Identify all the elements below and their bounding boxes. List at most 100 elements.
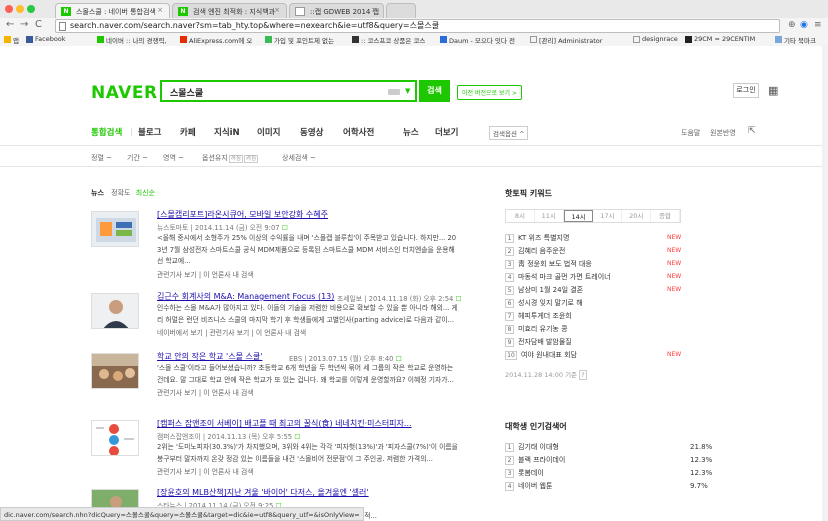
keyword-text[interactable]: 블랙 프라이데이: [518, 456, 565, 464]
url-text[interactable]: search.naver.com/search.naver?sm=tab_hty…: [70, 21, 439, 30]
college-keyword-row[interactable]: 4 네이버 웹툰 9.7%: [505, 481, 719, 494]
forward-icon[interactable]: →: [20, 19, 28, 30]
news-title-link[interactable]: [장윤호의 MLB산책]지난 겨울 '바이어' 다저스, 올겨울엔 '셀러': [157, 487, 457, 498]
news-title-link[interactable]: [캠퍼스 잡앤조이 서베이] 배고플 때 최고의 꿀식(食) 네네치킨·미스터피…: [157, 418, 457, 429]
news-thumbnail[interactable]: [91, 420, 139, 456]
tab-dictionary[interactable]: 어학사전: [343, 126, 374, 138]
keyword-row[interactable]: 6 성시경 잊지 말기로 해: [505, 298, 719, 311]
keyword-row[interactable]: 3 靑 정윤회 보도 법적 대응 NEW: [505, 259, 719, 272]
browser-tab-1[interactable]: N 스몰스쿨 : 네이버 통합검색 ×: [55, 3, 170, 18]
close-window-button[interactable]: [5, 5, 13, 13]
news-related-links[interactable]: 관련기사 보기 | 이 언론사 내 검색: [157, 269, 457, 279]
keyword-row[interactable]: 4 마동석 마크 골먼 가면 트레이너 NEW: [505, 272, 719, 285]
tab-image[interactable]: 이미지: [257, 126, 280, 138]
bookmark-aliexpress[interactable]: AliExpress.com에 오: [180, 35, 252, 45]
old-version-link[interactable]: 이전 버전으로 보기 >: [457, 85, 522, 100]
news-title-text[interactable]: 김근수 회계사의 M&A: Management Focus (13): [157, 292, 334, 301]
keyword-text[interactable]: 전자담배 발암물질: [518, 338, 572, 346]
college-keyword-row[interactable]: 3 롯봄데이 12.3%: [505, 468, 719, 481]
time-tab[interactable]: 20시: [622, 210, 652, 222]
news-thumbnail[interactable]: [91, 353, 139, 389]
keyboard-icon[interactable]: [388, 89, 400, 95]
college-keyword-row[interactable]: 1 김기태 이대형 21.8%: [505, 442, 719, 455]
menu-icon[interactable]: ≡: [814, 20, 822, 30]
search-input[interactable]: 스몰스쿨 ▼: [160, 80, 417, 102]
reload-icon[interactable]: C: [35, 19, 42, 30]
keyword-text[interactable]: 미효리 유기농 콩: [518, 325, 568, 333]
keyword-row[interactable]: 8 미효리 유기농 콩: [505, 324, 719, 337]
keyword-text[interactable]: 김혜리 음주운전: [518, 247, 565, 255]
sort-filter[interactable]: 정렬 ~: [91, 153, 112, 163]
scrollbar[interactable]: [822, 46, 828, 521]
option-keep[interactable]: 옵션유지 꺼짐 켜짐: [202, 153, 259, 163]
address-bar[interactable]: search.naver.com/search.naver?sm=tab_hty…: [55, 19, 780, 33]
news-related-links[interactable]: 관련기사 보기 | 이 언론사 내 검색: [157, 466, 457, 476]
bookmark-costco[interactable]: :: 코스프코 상품은 코스: [352, 35, 425, 45]
keyword-text[interactable]: 헤피투게더 조윤희: [518, 312, 572, 320]
tab-more[interactable]: 더보기: [435, 126, 458, 138]
news-related-links[interactable]: 네이버에서 보기 | 관련기사 보기 | 이 언론사 내 검색: [157, 327, 457, 337]
tab-integrated[interactable]: 통합검색: [91, 126, 122, 138]
help-link[interactable]: 도움말: [681, 128, 700, 138]
news-thumbnail[interactable]: [91, 293, 139, 329]
search-option-button[interactable]: 검색옵션 ^: [489, 126, 529, 140]
bookmark-other[interactable]: 기타 북마크: [775, 35, 816, 45]
login-button[interactable]: 로그인: [733, 83, 759, 98]
news-title-link[interactable]: [스몰캡리포트]라온시큐어, 모바일 보안강화 수혜주: [157, 209, 457, 220]
keyword-row[interactable]: 7 헤피투게더 조윤희: [505, 311, 719, 324]
bookmark-admin[interactable]: [관리] Administrator: [530, 35, 602, 45]
bookmark-designrace[interactable]: designrace: [633, 35, 678, 43]
extension-icon[interactable]: ◉: [800, 20, 808, 30]
scrap-icon[interactable]: ☐: [282, 224, 288, 232]
option-on-toggle[interactable]: 켜짐: [243, 155, 259, 163]
feedback-link[interactable]: 원본반영: [710, 128, 736, 138]
time-tab[interactable]: 종합: [651, 210, 680, 222]
bookmark-29cm[interactable]: 29CM = 29CENTIM: [685, 35, 755, 43]
time-tab-active[interactable]: 14시: [563, 210, 594, 222]
browser-tab-2[interactable]: N 검색 엔진 최적화 : 지식백과 ×: [172, 3, 287, 18]
news-thumbnail[interactable]: [91, 211, 139, 247]
tab-blog[interactable]: 블로그: [138, 126, 161, 138]
college-keyword-row[interactable]: 2 블랙 프라이데이 12.3%: [505, 455, 719, 468]
keyword-row[interactable]: 9 전자담배 발암물질: [505, 337, 719, 350]
keyword-text[interactable]: 롯봄데이: [518, 469, 544, 477]
naver-logo[interactable]: NAVER: [91, 83, 158, 103]
news-related-links[interactable]: 관련기사 보기 | 이 언론사 내 검색: [157, 387, 457, 397]
new-tab-button[interactable]: [386, 3, 416, 18]
keyword-text[interactable]: 여야 원내대표 회담: [521, 351, 577, 359]
service-grid-icon[interactable]: ▦: [768, 84, 778, 97]
keyword-row[interactable]: 5 남상미 1월 24일 결혼 NEW: [505, 285, 719, 298]
keyword-text[interactable]: 김기태 이대형: [518, 443, 559, 451]
time-tab[interactable]: 11시: [535, 210, 564, 222]
period-filter[interactable]: 기간 ~: [127, 153, 148, 163]
sort-accuracy[interactable]: 정확도: [111, 189, 130, 197]
keyword-text[interactable]: 마동석 마크 골먼 가면 트레이너: [518, 273, 611, 281]
search-query[interactable]: 스몰스쿨: [170, 86, 203, 99]
news-title-text[interactable]: 학교 안의 작은 학교 '스몰 스쿨': [157, 352, 262, 361]
autocomplete-toggle-icon[interactable]: ▼: [405, 87, 410, 95]
browser-tab-3[interactable]: ::캡 GDWEB 2014 캡 ×: [289, 3, 384, 18]
tab-video[interactable]: 동영상: [300, 126, 323, 138]
bookmark-naver[interactable]: 네이버 :: 나의 경쟁력,: [97, 35, 167, 45]
keyword-row[interactable]: 1 KT 위즈 특별지명 NEW: [505, 233, 719, 246]
area-filter[interactable]: 영역 ~: [163, 153, 184, 163]
zoom-window-button[interactable]: [27, 5, 35, 13]
bookmark-daum[interactable]: Daum - 모으다 잇다 전: [440, 35, 515, 45]
tab-kin[interactable]: 지식iN: [214, 126, 240, 138]
minimize-window-button[interactable]: [16, 5, 24, 13]
sort-latest[interactable]: 최신순: [136, 189, 155, 197]
close-tab-icon[interactable]: ×: [371, 6, 377, 14]
time-tab[interactable]: 8시: [506, 210, 535, 222]
time-tab[interactable]: 17시: [593, 210, 623, 222]
option-off-toggle[interactable]: 꺼짐: [228, 155, 243, 163]
close-tab-icon[interactable]: ×: [157, 6, 163, 14]
keyword-row[interactable]: 2 김혜리 음주운전 NEW: [505, 246, 719, 259]
share-icon[interactable]: ⇱: [748, 126, 756, 136]
keyword-text[interactable]: 성시경 잊지 말기로 해: [518, 299, 583, 307]
window-controls[interactable]: [5, 5, 38, 15]
keyword-row[interactable]: 10 여야 원내대표 회담 NEW: [505, 350, 719, 363]
detail-search-filter[interactable]: 상세검색 ~: [282, 153, 316, 163]
keyword-text[interactable]: KT 위즈 특별지명: [518, 234, 569, 242]
close-tab-icon[interactable]: ×: [274, 6, 280, 14]
keyword-text[interactable]: 네이버 웹툰: [518, 482, 552, 490]
